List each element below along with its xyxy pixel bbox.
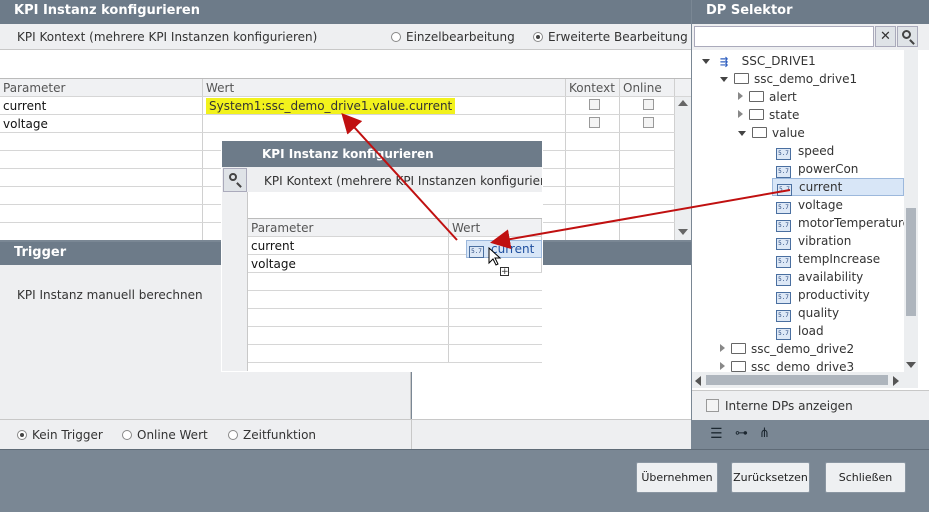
annotation-arrows (341, 113, 791, 250)
arrow-tree-to-inset (490, 189, 791, 250)
arrow-inset-to-table (341, 113, 458, 241)
